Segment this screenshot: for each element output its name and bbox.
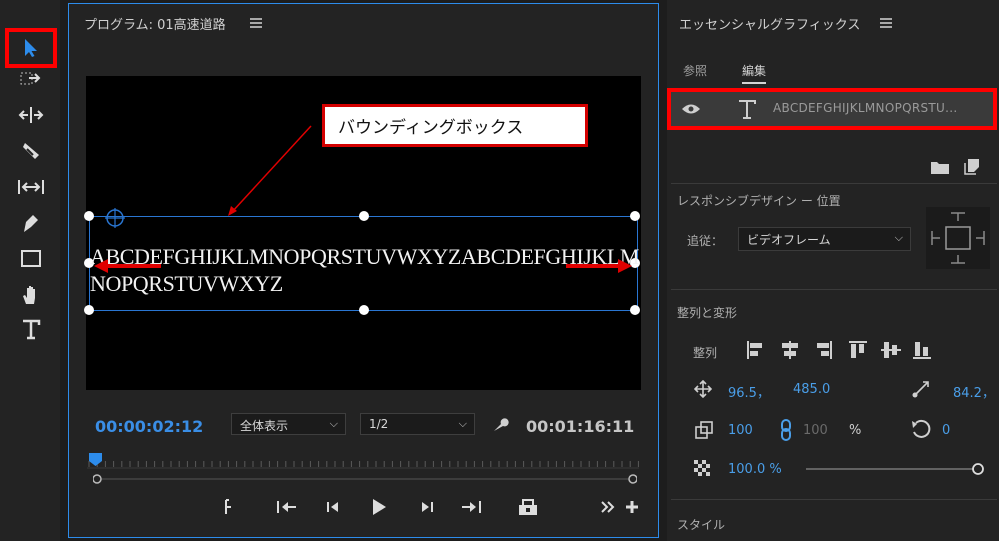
eye-icon[interactable] — [681, 103, 701, 115]
tab-browse[interactable]: 参照 — [683, 62, 707, 79]
step-forward-icon — [422, 502, 433, 512]
link-icon[interactable] — [780, 419, 792, 441]
opacity-slider[interactable] — [804, 461, 987, 477]
duration-timecode: 00:01:16:11 — [526, 417, 635, 436]
video-frame[interactable]: バウンディングボックス ABCDEFGHIJKLMNOPQRSTUVWXYZAB… — [84, 76, 641, 390]
annotation-overlay — [94, 125, 632, 273]
essential-graphics-panel: エッセンシャルグラフィックス 参照 編集 ABCDEFGHIJKLMNOPQRS… — [667, 0, 999, 541]
razor-icon — [23, 143, 39, 159]
razor-tool[interactable] — [14, 136, 48, 166]
mark-in-button[interactable] — [215, 494, 241, 520]
go-to-out-icon — [462, 501, 481, 513]
camera-icon — [519, 499, 537, 515]
slip-icon — [18, 180, 44, 194]
chevron-down-icon: ⌵ — [458, 417, 467, 430]
type-icon — [23, 319, 41, 340]
go-to-in-button[interactable] — [274, 494, 300, 520]
step-back-icon — [327, 502, 338, 512]
style-heading: スタイル — [677, 518, 726, 532]
pen-icon — [24, 215, 38, 232]
button-editor-button[interactable] — [619, 494, 645, 520]
mark-in-icon — [225, 499, 231, 514]
resolution-value: 1/2 — [369, 417, 389, 431]
scale-percent: % — [849, 423, 862, 438]
tab-edit[interactable]: 編集 — [742, 62, 767, 84]
step-back-button[interactable] — [320, 494, 346, 520]
export-frame-button[interactable] — [515, 494, 541, 520]
program-title: プログラム: 01高速道路 — [84, 18, 226, 33]
scale-height-value: 100 — [803, 423, 828, 438]
track-select-icon — [20, 72, 41, 85]
anchor-point-icon — [912, 381, 929, 398]
position-icon — [694, 380, 712, 398]
hand-tool[interactable] — [14, 280, 48, 310]
eg-title: エッセンシャルグラフィックス — [679, 18, 861, 33]
pin-to-edges-icon[interactable] — [926, 207, 990, 269]
go-to-in-icon — [277, 501, 296, 513]
more-controls-button[interactable] — [595, 494, 621, 520]
ripple-edit-tool[interactable] — [14, 100, 48, 130]
new-folder-icon[interactable] — [930, 159, 950, 175]
play-icon — [373, 499, 386, 515]
text-layer-row[interactable]: ABCDEFGHIJKLMNOPQRSTU... — [667, 88, 997, 130]
tools-panel — [0, 0, 60, 541]
zoom-level-dropdown[interactable]: 全体表示 ⌵ — [231, 413, 346, 435]
program-menu-icon[interactable] — [250, 18, 262, 28]
responsive-design-heading: レスポンシブデザイン ー 位置 — [677, 194, 841, 208]
arrow-icon — [25, 39, 37, 57]
double-chevron-right-icon — [601, 501, 615, 513]
resolution-dropdown[interactable]: 1/2 ⌵ — [360, 413, 475, 435]
position-y-value[interactable]: 485.0 — [793, 382, 830, 397]
scale-value[interactable]: 100 — [728, 423, 753, 438]
follow-dropdown[interactable]: ビデオフレーム ⌵ — [738, 227, 911, 251]
step-forward-button[interactable] — [414, 494, 440, 520]
position-x-value[interactable]: 96.5， — [728, 382, 770, 401]
track-select-tool[interactable] — [14, 64, 48, 94]
rectangle-icon — [21, 250, 41, 267]
wrench-icon[interactable] — [491, 416, 509, 434]
ripple-edit-icon — [18, 107, 44, 123]
follow-value: ビデオフレーム — [747, 233, 831, 247]
text-layer-icon — [739, 100, 756, 119]
scale-icon — [695, 421, 713, 439]
align-label: 整列 — [693, 346, 718, 360]
rotation-icon — [912, 419, 931, 438]
layer-name: ABCDEFGHIJKLMNOPQRSTU... — [773, 101, 958, 115]
pen-tool[interactable] — [14, 208, 48, 238]
anchor-x-value[interactable]: 84.2， — [953, 382, 995, 401]
current-timecode[interactable]: 00:00:02:12 — [95, 417, 203, 436]
new-layer-icon[interactable] — [964, 157, 982, 175]
play-button[interactable] — [366, 494, 392, 520]
opacity-value[interactable]: 100.0 % — [728, 462, 782, 477]
zoom-scrollbar[interactable] — [93, 474, 637, 484]
opacity-icon — [694, 460, 710, 476]
selection-tool[interactable] — [5, 28, 57, 68]
follow-label: 追従： — [687, 234, 724, 248]
align-buttons[interactable] — [745, 339, 935, 361]
hand-icon — [23, 286, 35, 304]
program-monitor-panel: プログラム: 01高速道路 バウンディングボックス ABCDEFGHIJKLMN… — [68, 3, 659, 538]
chevron-down-icon: ⌵ — [894, 231, 903, 244]
rotation-value[interactable]: 0 — [942, 423, 950, 438]
plus-icon — [626, 501, 638, 513]
rectangle-tool[interactable] — [14, 244, 48, 274]
type-tool[interactable] — [14, 314, 48, 344]
go-to-out-button[interactable] — [458, 494, 484, 520]
playhead-icon — [89, 453, 102, 466]
zoom-level-value: 全体表示 — [240, 419, 289, 433]
chevron-down-icon: ⌵ — [329, 417, 338, 430]
time-ruler[interactable] — [87, 449, 639, 469]
eg-menu-icon[interactable] — [880, 18, 892, 28]
align-transform-heading: 整列と変形 — [677, 306, 738, 320]
slip-tool[interactable] — [14, 172, 48, 202]
